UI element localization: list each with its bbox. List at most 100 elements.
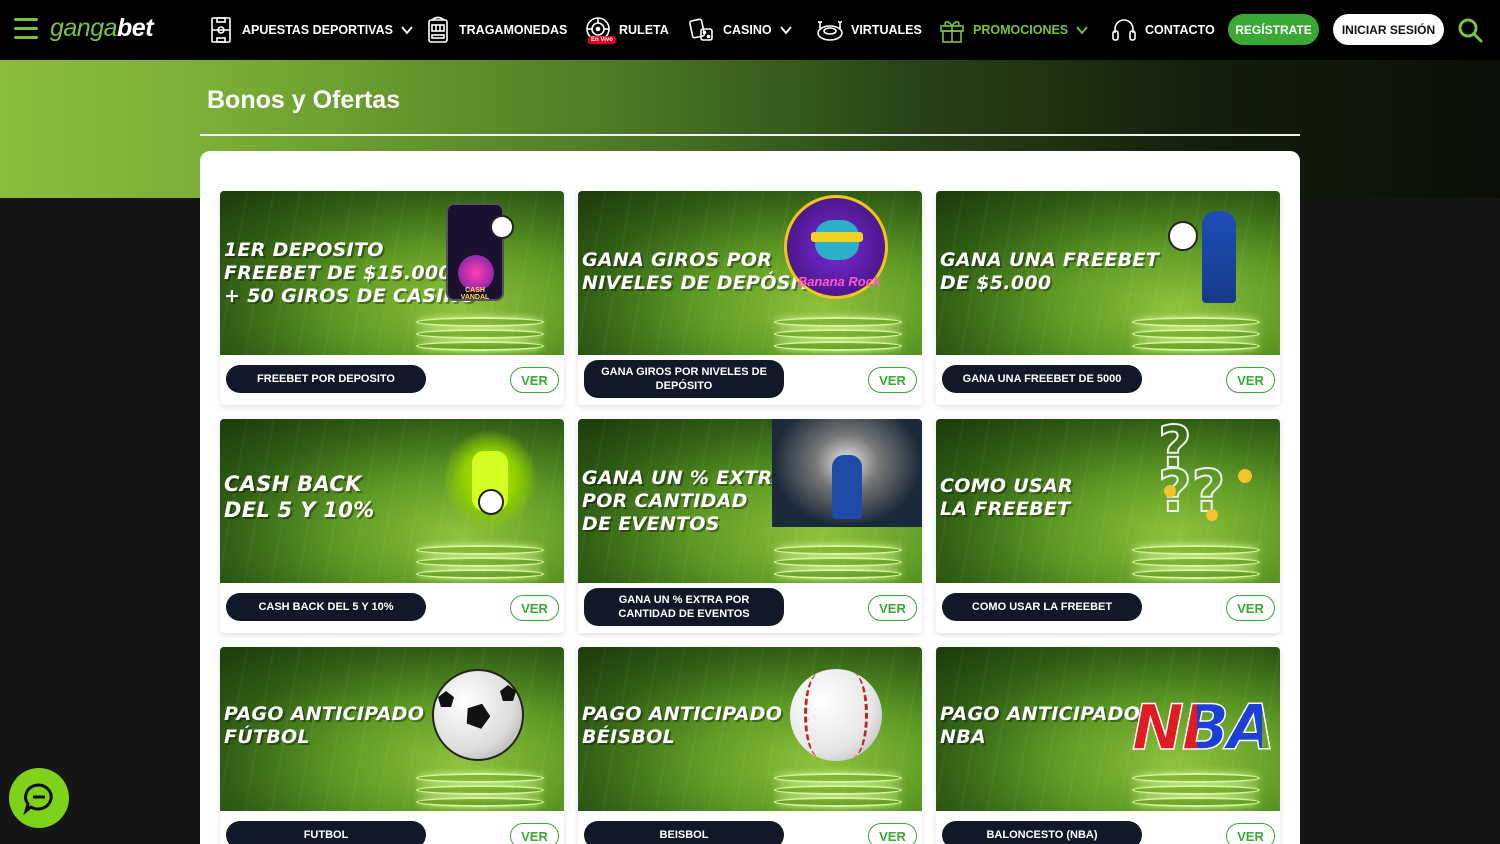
- roulette-icon: En Vivo: [584, 15, 616, 45]
- nav-virtuales[interactable]: VIRTUALES: [816, 0, 922, 60]
- card-footer: GANA UN % EXTRA POR CANTIDAD DE EVENTOS …: [578, 583, 922, 633]
- promo-banner-image[interactable]: PAGO ANTICIPADO BÉISBOL: [578, 647, 922, 811]
- promo-banner-image[interactable]: PAGO ANTICIPADO NBA NBA: [936, 647, 1280, 811]
- celebrating-player-graphic: [772, 419, 922, 527]
- cards-dice-icon: [688, 15, 716, 45]
- headset-icon: [1110, 15, 1138, 45]
- page-title: Bonos y Ofertas: [207, 86, 401, 114]
- promo-label-button[interactable]: CASH BACK DEL 5 Y 10%: [226, 593, 426, 621]
- promo-card[interactable]: PAGO ANTICIPADO FÚTBOL FUTBOL VER: [220, 647, 564, 844]
- nav-contacto[interactable]: CONTACTO: [1110, 0, 1215, 60]
- podium-graphic: [416, 539, 544, 583]
- podium-graphic: [774, 311, 902, 355]
- soccer-ball-icon: [490, 215, 514, 239]
- ver-button[interactable]: VER: [1226, 823, 1275, 844]
- promo-card[interactable]: CASH BACK DEL 5 Y 10% CASH BACK DEL 5 Y …: [220, 419, 564, 633]
- promo-banner-image[interactable]: GANA UNA FREEBET DE $5.000: [936, 191, 1280, 355]
- promo-banner-image[interactable]: COMO USAR LA FREEBET ???: [936, 419, 1280, 583]
- nav-label: CONTACTO: [1145, 23, 1215, 37]
- card-footer: COMO USAR LA FREEBET VER: [936, 583, 1280, 633]
- card-footer: FUTBOL VER: [220, 811, 564, 844]
- live-badge: En Vivo: [588, 36, 616, 44]
- nav-label: TRAGAMONEDAS: [459, 23, 568, 37]
- ver-button[interactable]: VER: [1226, 595, 1275, 621]
- card-footer: CASH BACK DEL 5 Y 10% VER: [220, 583, 564, 633]
- chevron-down-icon: [779, 26, 792, 35]
- promo-card[interactable]: GANA UNA FREEBET DE $5.000 GANA UNA FREE…: [936, 191, 1280, 405]
- top-navbar: gangabet APUESTAS DEPORTIVAS TRAGAMONEDA…: [0, 0, 1500, 60]
- promo-banner-image[interactable]: GANA GIROS POR NIVELES DE DEPÓSITO Banan…: [578, 191, 922, 355]
- podium-graphic: [1132, 767, 1260, 811]
- banner-headline: PAGO ANTICIPADO BÉISBOL: [582, 703, 783, 748]
- chevron-down-icon: [1076, 26, 1088, 35]
- chat-bubble-icon: [23, 783, 53, 815]
- banner-headline: PAGO ANTICIPADO NBA: [940, 703, 1141, 748]
- ver-button[interactable]: VER: [868, 367, 917, 393]
- promo-label-button[interactable]: FREEBET POR DEPOSITO: [226, 365, 426, 393]
- ver-button[interactable]: VER: [510, 595, 559, 621]
- ver-button[interactable]: VER: [510, 367, 559, 393]
- podium-graphic: [416, 767, 544, 811]
- podium-graphic: [774, 539, 902, 583]
- nav-label: APUESTAS DEPORTIVAS: [242, 23, 393, 37]
- soccer-player-graphic: [1202, 211, 1236, 303]
- promo-label-button[interactable]: BEISBOL: [584, 821, 784, 844]
- promo-banner-image[interactable]: 1er DEPOSITO FREEBET DE $15.000 + 50 GIR…: [220, 191, 564, 355]
- nav-apuestas-deportivas[interactable]: APUESTAS DEPORTIVAS: [207, 0, 414, 60]
- promo-card[interactable]: PAGO ANTICIPADO BÉISBOL BEISBOL VER: [578, 647, 922, 844]
- nav-promociones[interactable]: PROMOCIONES: [938, 0, 1089, 60]
- promo-banner-image[interactable]: GANA UN % EXTRA POR CANTIDAD DE EVENTOS: [578, 419, 922, 583]
- promo-card[interactable]: GANA GIROS POR NIVELES DE DEPÓSITO Banan…: [578, 191, 922, 405]
- nav-tragamonedas[interactable]: TRAGAMONEDAS: [424, 0, 567, 60]
- login-button[interactable]: INICIAR SESIÓN: [1333, 14, 1444, 45]
- promotions-panel: 1er DEPOSITO FREEBET DE $15.000 + 50 GIR…: [200, 151, 1300, 844]
- live-chat-button[interactable]: [9, 768, 69, 828]
- banner-headline: GANA UN % EXTRA POR CANTIDAD DE EVENTOS: [582, 467, 788, 535]
- card-footer: BALONCESTO (NBA) VER: [936, 811, 1280, 844]
- promo-banner-image[interactable]: CASH BACK DEL 5 Y 10%: [220, 419, 564, 583]
- gangabet-logo[interactable]: gangabet: [50, 14, 154, 43]
- promo-card[interactable]: GANA UN % EXTRA POR CANTIDAD DE EVENTOS …: [578, 419, 922, 633]
- slot-machine-icon: [424, 15, 452, 45]
- nav-label: VIRTUALES: [851, 23, 922, 37]
- promo-label-button[interactable]: BALONCESTO (NBA): [942, 821, 1142, 844]
- nav-label: PROMOCIONES: [973, 23, 1069, 37]
- virtual-stadium-icon: [816, 15, 844, 45]
- podium-graphic: [774, 767, 902, 811]
- ver-button[interactable]: VER: [868, 595, 917, 621]
- card-footer: GANA GIROS POR NIVELES DE DEPÓSITO VER: [578, 355, 922, 405]
- coin-icon: [1164, 485, 1176, 497]
- card-footer: BEISBOL VER: [578, 811, 922, 844]
- sports-field-icon: [207, 15, 235, 45]
- banner-headline: GANA UNA FREEBET DE $5.000: [940, 249, 1159, 294]
- ver-button[interactable]: VER: [1226, 367, 1275, 393]
- promo-label-button[interactable]: COMO USAR LA FREEBET: [942, 593, 1142, 621]
- nba-logo: NBA: [1131, 690, 1276, 765]
- promo-banner-image[interactable]: PAGO ANTICIPADO FÚTBOL: [220, 647, 564, 811]
- ver-button[interactable]: VER: [868, 823, 917, 844]
- nav-label: RULETA: [619, 23, 669, 37]
- search-icon[interactable]: [1456, 16, 1484, 44]
- promo-label-button[interactable]: GANA UNA FREEBET DE 5000: [942, 365, 1142, 393]
- register-button[interactable]: REGÍSTRATE: [1228, 14, 1319, 45]
- card-footer: FREEBET POR DEPOSITO VER: [220, 355, 564, 405]
- promo-card[interactable]: 1er DEPOSITO FREEBET DE $15.000 + 50 GIR…: [220, 191, 564, 405]
- promo-card[interactable]: COMO USAR LA FREEBET ??? COMO USAR LA FR…: [936, 419, 1280, 633]
- nav-casino[interactable]: CASINO: [688, 0, 793, 60]
- banner-headline: PAGO ANTICIPADO FÚTBOL: [224, 703, 425, 748]
- ver-button[interactable]: VER: [510, 823, 559, 844]
- coin-icon: [1206, 509, 1218, 521]
- banana-rock-monkey-graphic: Banana Rock: [784, 195, 888, 299]
- gift-icon: [938, 15, 966, 45]
- nav-label: CASINO: [723, 23, 772, 37]
- promo-label-button[interactable]: GANA GIROS POR NIVELES DE DEPÓSITO: [584, 360, 784, 398]
- promo-card[interactable]: PAGO ANTICIPADO NBA NBA BALONCESTO (NBA)…: [936, 647, 1280, 844]
- banana-rock-logo: Banana Rock: [797, 274, 881, 289]
- promo-label-button[interactable]: FUTBOL: [226, 821, 426, 844]
- nav-ruleta[interactable]: En Vivo RULETA: [584, 0, 669, 60]
- banner-headline: 1er DEPOSITO FREEBET DE $15.000 + 50 GIR…: [224, 239, 477, 307]
- hamburger-menu-icon[interactable]: [14, 18, 38, 40]
- soccer-ball-icon: [432, 669, 524, 761]
- promo-label-button[interactable]: GANA UN % EXTRA POR CANTIDAD DE EVENTOS: [584, 588, 784, 626]
- chevron-down-icon: [401, 26, 413, 35]
